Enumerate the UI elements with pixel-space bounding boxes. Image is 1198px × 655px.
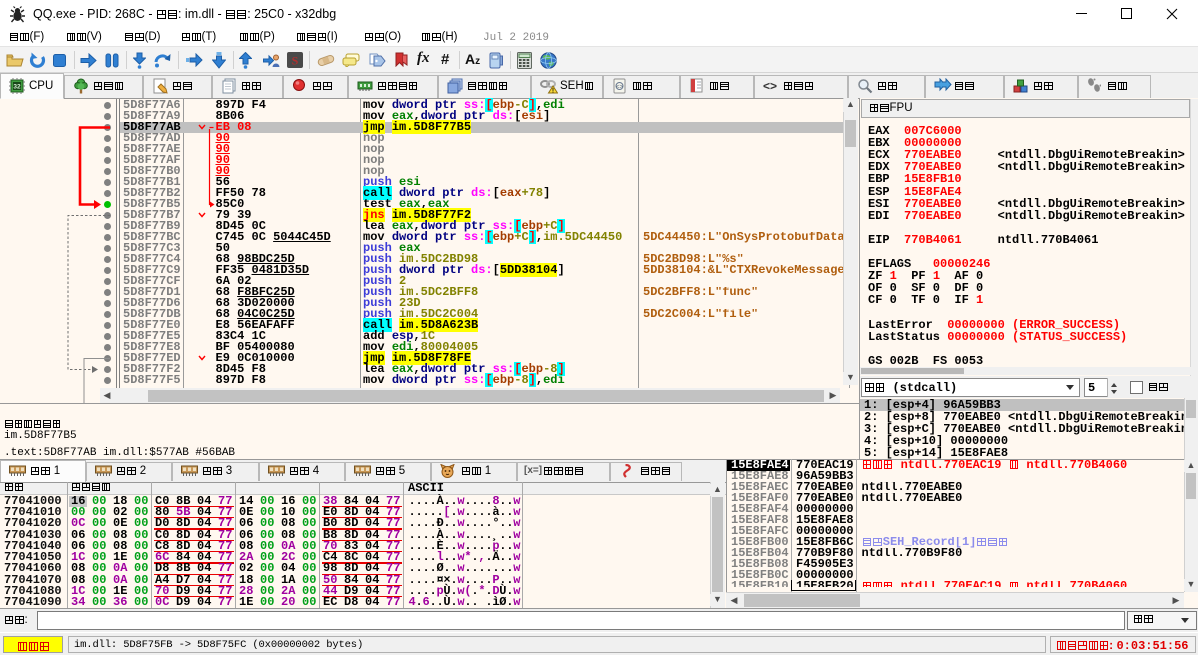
svg-text:!: ! xyxy=(552,89,554,95)
svg-text:32: 32 xyxy=(13,84,21,91)
svg-text:<>: <> xyxy=(616,85,624,91)
svg-text:S: S xyxy=(292,54,299,68)
